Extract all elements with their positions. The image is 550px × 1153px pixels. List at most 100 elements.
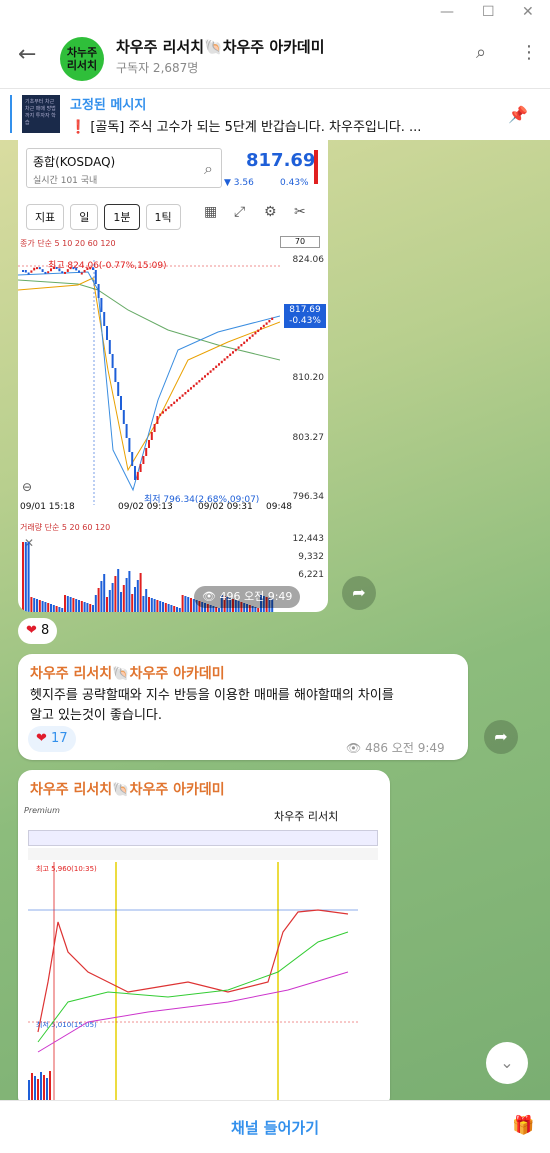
view-count: 496 [219, 590, 241, 603]
hts-status [28, 848, 378, 860]
symbol-name: 종합(KOSDAQ) [33, 155, 116, 169]
candle [86, 267, 89, 270]
volume-bar [94, 595, 97, 612]
candle [234, 348, 237, 352]
volume-bar [106, 597, 108, 612]
tick-button[interactable]: 1틱 [145, 204, 181, 230]
indicator-button[interactable]: 지표 [26, 204, 65, 230]
gear-icon[interactable]: ⚙ [264, 204, 277, 220]
y-tick: 824.06 [292, 255, 325, 265]
candle [148, 440, 150, 448]
ma-line-120 [18, 279, 280, 361]
share-icon[interactable]: ➦ [484, 720, 518, 754]
candle [92, 267, 94, 270]
avatar[interactable]: 차누주 리서치 [60, 37, 104, 81]
search-icon[interactable]: ⌕ [204, 159, 213, 179]
image-title: 차우주 리서치 [274, 810, 339, 823]
zoom-icon[interactable]: ⊖ [22, 480, 32, 494]
join-channel-button[interactable]: 채널 들어가기 [0, 1117, 550, 1138]
volume-legend: 거래량 단순 5 20 60 120 [20, 523, 111, 532]
volume-bar [156, 600, 159, 612]
volume-bar [176, 607, 178, 612]
candle [142, 456, 145, 464]
candle [114, 368, 117, 382]
candle [254, 332, 257, 335]
volume-bar [184, 596, 187, 612]
reaction-heart[interactable]: ❤ 17 [28, 726, 76, 752]
candle [139, 464, 142, 472]
candle [125, 424, 128, 438]
minute-button[interactable]: 1분 [104, 204, 140, 230]
candle [89, 267, 92, 270]
avatar-text-2: 리서치 [66, 59, 98, 72]
symbol-box[interactable]: 종합(KOSDAQ) 실시간 101 국내 ⌕ [26, 148, 222, 188]
tools-icon[interactable]: ✂ [294, 204, 306, 220]
reaction-heart[interactable]: ❤ 8 [18, 618, 58, 644]
candle [268, 320, 271, 323]
candle [271, 317, 274, 320]
scroll-down-button[interactable]: ⌄ [486, 1042, 528, 1084]
maximize-button[interactable]: ☐ [482, 4, 495, 20]
expand-icon[interactable]: ⤢ [234, 204, 245, 220]
image-message[interactable]: 차우주 리서치🐚차우주 아카데미 Premium 차우주 리서치 최고 5,96… [18, 770, 390, 1110]
share-icon[interactable]: ➦ [342, 576, 376, 610]
candle [229, 353, 232, 356]
candle [223, 358, 226, 361]
candle [156, 416, 159, 424]
more-vertical-icon[interactable]: ⋮ [520, 42, 538, 63]
candle [136, 472, 139, 480]
search-icon[interactable]: ⌕ [476, 42, 486, 63]
grid-icon[interactable]: ▦ [204, 204, 217, 220]
meta-pill: 👁 496 오전 9:49 [194, 586, 301, 608]
ma-legend: 종가 단순 5 10 20 60 120 [20, 239, 116, 248]
candle [164, 408, 167, 412]
candle [72, 267, 75, 270]
pin-icon[interactable]: 📌 [508, 105, 528, 124]
chart-image[interactable]: Premium 차우주 리서치 최고 5,960(10:35) 최저 5,010… [18, 802, 390, 1110]
candle [209, 370, 212, 373]
gift-icon[interactable]: 🎁 [512, 1115, 534, 1136]
volume-bar [170, 605, 173, 612]
volume-bar [125, 578, 128, 612]
volume-bar [89, 604, 92, 612]
y-tick: 796.34 [292, 492, 325, 502]
heart-icon: ❤ [26, 623, 37, 638]
volume-bar [162, 602, 164, 612]
candle [97, 284, 100, 298]
candle [108, 340, 111, 354]
minimize-button[interactable]: — [440, 4, 454, 20]
candle [248, 336, 251, 340]
volume-bar [61, 608, 64, 612]
volume-bar [41, 601, 44, 612]
candle [262, 324, 265, 328]
chart-image-message[interactable]: 종합(KOSDAQ) 실시간 101 국내 ⌕ 817.69 ▼ 3.56 0.… [18, 140, 328, 612]
volume-bar [167, 604, 170, 612]
candle [170, 404, 173, 407]
candle [215, 365, 218, 368]
sender-name[interactable]: 차우주 리서치🐚차우주 아카데미 [30, 779, 225, 799]
candle [204, 375, 206, 378]
pinned-message[interactable]: 기초부터 차근차근 매매 방법까지 투자자 학습 고정된 메시지 ❗ [골독] … [0, 88, 550, 140]
volume-bar [257, 608, 260, 612]
vol-tick: 6,221 [298, 570, 324, 580]
candle [201, 377, 204, 380]
candle [240, 344, 243, 347]
close-button[interactable]: ✕ [522, 4, 534, 20]
candle [75, 267, 78, 271]
avatar-text-1: 차누주 [66, 46, 98, 59]
arrow-left-icon[interactable]: ← [18, 42, 36, 67]
candle [198, 380, 201, 383]
candlestick-chart [18, 260, 280, 505]
text-message[interactable]: 차우주 리서치🐚차우주 아카데미 헷지주를 공략할때와 지수 반등을 이용한 매… [18, 654, 468, 760]
channel-title[interactable]: 차우주 리서치🐚차우주 아카데미 [116, 36, 325, 57]
day-button[interactable]: 일 [70, 204, 99, 230]
sender-name[interactable]: 차우주 리서치🐚차우주 아카데미 [30, 663, 225, 683]
volume-bar [80, 601, 83, 612]
candle [58, 268, 61, 272]
candle [243, 341, 246, 344]
candle [64, 271, 66, 274]
volume-bar [150, 598, 153, 612]
candle [22, 270, 24, 272]
volume-bar [218, 608, 220, 612]
reaction-count: 17 [51, 731, 68, 746]
